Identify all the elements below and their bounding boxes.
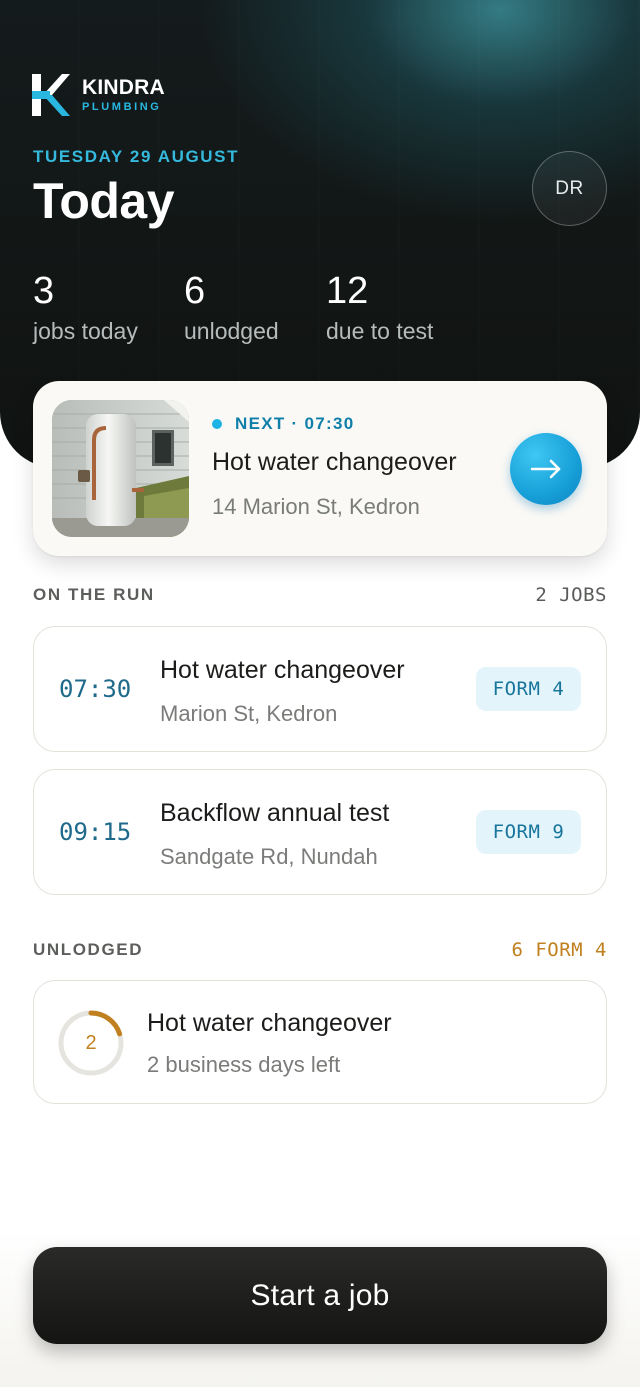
- brand-subtitle: PLUMBING: [82, 101, 162, 113]
- page-title: Today: [33, 173, 175, 229]
- form-badge: FORM 4: [476, 667, 581, 711]
- start-job-button[interactable]: Start a job: [33, 1247, 607, 1344]
- next-job-title: Hot water changeover: [212, 448, 457, 476]
- date-label: TUESDAY 29 AUGUST: [33, 147, 240, 166]
- form-badge: FORM 9: [476, 810, 581, 854]
- job-card[interactable]: 07:30 Hot water changeover Marion St, Ke…: [33, 626, 607, 752]
- stat-label: jobs today: [33, 318, 138, 344]
- next-tag: NEXT · 07:30: [212, 414, 355, 434]
- stat-value: 12: [326, 270, 369, 312]
- job-photo: [52, 400, 189, 537]
- stat-value: 3: [33, 270, 55, 312]
- job-title: Hot water changeover: [160, 656, 405, 684]
- unlodged-subtitle: 2 business days left: [147, 1052, 341, 1077]
- stat-unlodged: 6 unlodged: [184, 270, 279, 345]
- job-card[interactable]: 09:15 Backflow annual test Sandgate Rd, …: [33, 769, 607, 895]
- section-label-unlodged: UNLODGED: [33, 940, 144, 959]
- next-job-address: 14 Marion St, Kedron: [212, 494, 420, 519]
- section-label-on-the-run: ON THE RUN: [33, 585, 155, 604]
- arrow-right-icon: [531, 459, 561, 479]
- kindra-logo-icon: [32, 74, 70, 116]
- next-job-card[interactable]: NEXT · 07:30 Hot water changeover 14 Mar…: [33, 381, 607, 556]
- unlodged-title: Hot water changeover: [147, 1009, 392, 1037]
- stat-value: 6: [184, 270, 206, 312]
- on-the-run-count: 2 JOBS: [535, 584, 607, 606]
- stat-label: due to test: [326, 318, 434, 344]
- job-address: Sandgate Rd, Nundah: [160, 844, 378, 869]
- next-tag-text: NEXT · 07:30: [235, 414, 355, 433]
- job-address: Marion St, Kedron: [160, 701, 338, 726]
- brand-logo: KINDRA PLUMBING: [32, 74, 165, 116]
- unlodged-item[interactable]: 2 Hot water changeover 2 business days l…: [33, 980, 607, 1104]
- stat-jobs-today: 3 jobs today: [33, 270, 138, 345]
- brand-name: KINDRA: [82, 76, 165, 99]
- job-time: 09:15: [59, 818, 132, 846]
- job-title: Backflow annual test: [160, 799, 390, 827]
- hot-water-tank-photo-icon: [52, 400, 189, 537]
- status-dot-icon: [212, 419, 222, 429]
- job-time: 07:30: [59, 675, 132, 703]
- stat-label: unlodged: [184, 318, 279, 344]
- avatar[interactable]: DR: [532, 151, 607, 226]
- stat-due-to-test: 12 due to test: [326, 270, 433, 345]
- unlodged-count: 6 FORM 4: [511, 939, 607, 961]
- days-left-number: 2: [85, 1031, 97, 1054]
- open-next-job-button[interactable]: [510, 433, 582, 505]
